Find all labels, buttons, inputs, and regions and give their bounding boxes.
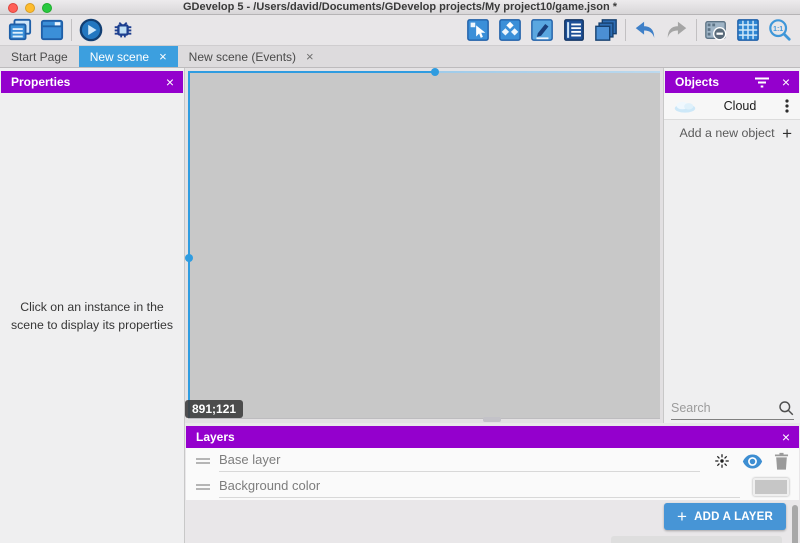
scene-window-icon[interactable] (39, 17, 65, 43)
close-icon[interactable]: × (782, 430, 790, 444)
tab-start-page[interactable]: Start Page (0, 46, 79, 67)
svg-text:1:1: 1:1 (773, 26, 783, 33)
selection-left-edge (188, 71, 190, 418)
gdevelop-window: GDevelop 5 - /Users/david/Documents/GDev… (0, 0, 800, 543)
visibility-eye-icon[interactable] (742, 453, 763, 470)
layers-panel: Layers × Base layer (185, 423, 800, 543)
titlebar: GDevelop 5 - /Users/david/Documents/GDev… (0, 0, 800, 15)
layer-row-background[interactable]: Background color (186, 474, 799, 500)
effects-flare-icon[interactable] (713, 452, 731, 470)
tab-close-icon[interactable]: × (159, 50, 167, 63)
minimize-window-button[interactable] (25, 3, 35, 13)
drag-handle-icon[interactable] (196, 456, 210, 466)
properties-hint-text: Click on an instance in the scene to dis… (8, 298, 176, 335)
editor-content: Properties × Click on an instance in the… (0, 68, 800, 543)
cloud-icon (670, 100, 700, 113)
layer-name-field[interactable]: Base layer (219, 448, 700, 472)
plus-icon: + (677, 508, 687, 525)
redo-icon[interactable] (664, 17, 690, 43)
tab-label: New scene (90, 50, 149, 64)
object-list-item-cloud[interactable]: Cloud (664, 93, 800, 120)
scene-canvas-area[interactable]: 891;121 (185, 68, 660, 420)
selection-top-edge (188, 71, 660, 73)
layers-stack-icon[interactable] (593, 17, 619, 43)
objects-panel: Objects × Cloud Add a new object + (663, 68, 800, 423)
grid-icon[interactable] (735, 17, 761, 43)
tab-close-icon[interactable]: × (306, 50, 314, 63)
debug-icon[interactable] (110, 17, 136, 43)
objects-panel-title: Objects (675, 75, 719, 89)
layer-name: Background color (219, 478, 320, 493)
cursor-coordinates-label: 891;121 (185, 400, 243, 418)
add-lighting-layer-button[interactable]: + ADD LIGHTING LAYER (611, 536, 782, 543)
properties-panel-header: Properties × (1, 71, 183, 93)
background-color-swatch[interactable] (753, 478, 789, 496)
layers-panel-title: Layers (196, 430, 235, 444)
edit-scene-icon[interactable] (529, 17, 555, 43)
layers-panel-header: Layers × (186, 426, 799, 448)
layer-row-actions (713, 452, 789, 470)
objects-search-input[interactable] (671, 401, 778, 415)
selection-handle-bottom[interactable] (483, 417, 501, 422)
properties-panel-title: Properties (11, 75, 70, 89)
toolbar-separator (696, 19, 697, 41)
project-manager-icon[interactable] (7, 17, 33, 43)
mask-frame-icon[interactable] (703, 17, 729, 43)
properties-list-icon[interactable] (561, 17, 587, 43)
objects-search-bar[interactable] (671, 397, 794, 420)
toolbar-separator (71, 19, 72, 41)
close-icon[interactable]: × (166, 75, 174, 89)
zoom-1to1-icon[interactable]: 1:1 (767, 17, 793, 43)
add-layer-button[interactable]: + ADD A LAYER (664, 503, 786, 530)
add-object-label: Add a new object (672, 126, 782, 140)
magnifier-icon (778, 400, 794, 416)
plus-icon: + (782, 125, 792, 142)
add-layer-label: ADD A LAYER (694, 511, 773, 523)
traffic-lights (8, 3, 52, 13)
tab-label: New scene (Events) (189, 50, 296, 64)
tab-label: Start Page (11, 50, 68, 64)
vertical-scrollbar[interactable] (792, 505, 798, 543)
scene-canvas[interactable]: 891;121 (188, 71, 660, 419)
selection-handle-top[interactable] (431, 68, 439, 76)
properties-panel: Properties × Click on an instance in the… (0, 68, 185, 543)
tabbar: Start Page New scene × New scene (Events… (0, 46, 800, 68)
select-instances-icon[interactable] (465, 17, 491, 43)
zoom-window-button[interactable] (42, 3, 52, 13)
objects-panel-header: Objects × (665, 71, 799, 93)
filter-icon[interactable] (754, 76, 770, 89)
close-window-button[interactable] (8, 3, 18, 13)
layer-name: Base layer (219, 452, 280, 467)
add-object-button[interactable]: Add a new object + (664, 120, 800, 146)
selection-handle-left[interactable] (185, 254, 193, 262)
close-icon[interactable]: × (782, 75, 790, 89)
layer-name-field[interactable]: Background color (219, 474, 740, 498)
layer-row-base[interactable]: Base layer (186, 448, 799, 474)
object-name: Cloud (700, 99, 780, 113)
drag-handle-icon[interactable] (196, 482, 210, 492)
tab-new-scene[interactable]: New scene × (79, 46, 178, 67)
toolbar-separator (625, 19, 626, 41)
play-icon[interactable] (78, 17, 104, 43)
tab-new-scene-events[interactable]: New scene (Events) × (178, 46, 325, 67)
trash-icon[interactable] (774, 452, 789, 470)
kebab-menu-icon[interactable] (780, 98, 794, 114)
undo-icon[interactable] (632, 17, 658, 43)
window-title: GDevelop 5 - /Users/david/Documents/GDev… (0, 0, 800, 14)
layers-list: Base layer Background color (186, 448, 799, 500)
objects-cubes-icon[interactable] (497, 17, 523, 43)
main-toolbar: 1:1 (0, 15, 800, 46)
